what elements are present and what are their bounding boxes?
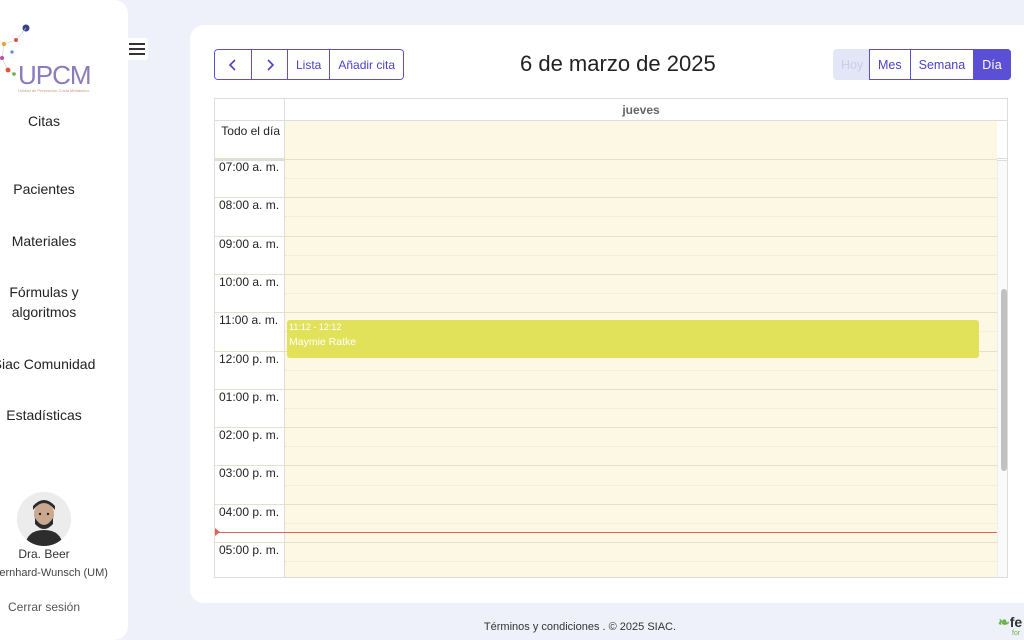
half-hour-line — [285, 446, 997, 448]
leaf-icon: ❧ — [998, 614, 1010, 630]
half-hour-line — [285, 407, 997, 409]
header-gutter — [215, 99, 285, 121]
scrollbar-thumb[interactable] — [1001, 289, 1007, 471]
sidebar-item-formulas[interactable]: Fórmulas y algoritmos — [0, 282, 90, 322]
logo-subtitle: Unidad de Prevención Cuida Metabólico — [18, 88, 90, 93]
hour-line — [215, 542, 997, 543]
all-day-label: Todo el día — [215, 121, 285, 161]
logout-link[interactable]: Cerrar sesión — [0, 600, 88, 614]
time-slot-label: 02:00 p. m. — [219, 428, 280, 443]
corner-logo-text: fe — [1009, 614, 1023, 630]
calendar-toolbar-left: Lista Añadir cita — [214, 49, 405, 80]
chevron-right-icon — [266, 58, 274, 71]
list-view-button[interactable]: Lista — [287, 50, 330, 79]
month-view-button[interactable]: Mes — [869, 49, 911, 80]
scrollbar[interactable] — [997, 161, 1007, 577]
half-hour-line — [285, 293, 997, 295]
footer-text[interactable]: Términos y condiciones . © 2025 SIAC. — [0, 621, 1024, 633]
hour-line — [215, 427, 997, 429]
now-indicator-line — [215, 532, 997, 534]
day-grid: jueves Todo el día 07:00 a. m. 08:00 a. m… — [214, 98, 1008, 578]
all-day-cell[interactable] — [285, 121, 997, 161]
hour-line — [215, 388, 997, 390]
time-slot-label: 12:00 p. m. — [219, 351, 280, 366]
half-hour-line — [285, 369, 997, 371]
time-slot-label: 01:00 p. m. — [219, 389, 280, 404]
calendar-title: 6 de marzo de 2025 — [520, 51, 716, 76]
time-slot-label: 10:00 a. m. — [219, 274, 280, 289]
view-switcher: Hoy Mes Semana Día — [833, 49, 1011, 80]
time-grid: 07:00 a. m. 08:00 a. m. 09:00 a. m. 10:00 a… — [215, 159, 1007, 577]
half-hour-line — [285, 254, 997, 256]
corner-logo[interactable]: ❧fe for — [998, 614, 1023, 637]
sidebar-item-pacientes[interactable]: Pacientes — [0, 179, 88, 199]
time-slot-label: 11:00 a. m. — [219, 313, 279, 328]
chevron-left-icon — [228, 58, 236, 71]
event-title: Maymie Ratke — [289, 335, 357, 348]
hour-line — [215, 465, 997, 467]
half-hour-line — [285, 216, 997, 218]
hour-line — [215, 197, 997, 199]
logo-text: UPCM — [18, 60, 92, 90]
half-hour-line — [285, 484, 997, 486]
hour-line — [215, 159, 997, 160]
all-day-row: Todo el día — [215, 121, 1007, 161]
half-hour-line — [285, 561, 997, 563]
event-time: 11:12 - 12:12 — [289, 321, 342, 332]
time-slot-label: 07:00 a. m. — [219, 160, 280, 174]
column-header: jueves — [215, 99, 1007, 121]
time-slot-label: 03:00 p. m. — [219, 466, 280, 481]
hour-line — [215, 235, 997, 237]
half-hour-line — [285, 178, 997, 180]
sidebar-item-comunidad[interactable]: Siac Comunidad — [0, 354, 98, 374]
sidebar-item-citas[interactable]: Citas — [0, 111, 88, 131]
half-hour-line — [285, 522, 997, 524]
user-avatar-icon — [17, 492, 71, 546]
hamburger-menu-button[interactable] — [126, 38, 148, 60]
hamburger-icon — [129, 43, 145, 45]
next-button[interactable] — [251, 50, 287, 79]
time-slot-label: 05:00 p. m. — [219, 543, 280, 557]
sidebar: UPCM Unidad de Prevención Cuida Metabóli… — [0, 0, 128, 640]
hour-line — [215, 273, 997, 275]
user-name: Dra. Beer — [18, 547, 70, 561]
avatar[interactable] — [17, 492, 71, 546]
hour-line — [215, 312, 997, 314]
add-appointment-button[interactable]: Añadir cita — [329, 50, 404, 79]
user-organization: Bernhard-Wunsch (UM) — [0, 567, 108, 579]
time-slot-label: 08:00 a. m. — [219, 198, 280, 213]
appointment-event[interactable]: 11:12 - 12:12 Maymie Ratke — [287, 319, 979, 359]
calendar-card: Lista Añadir cita 6 de marzo de 2025 Hoy… — [190, 25, 1024, 603]
prev-button[interactable] — [215, 50, 251, 79]
sidebar-item-materiales[interactable]: Materiales — [0, 231, 88, 251]
today-button[interactable]: Hoy — [833, 49, 870, 80]
day-header: jueves — [622, 103, 660, 117]
hamburger-icon-bar — [129, 48, 145, 50]
week-view-button[interactable]: Semana — [909, 49, 975, 80]
time-gutter: 07:00 a. m. 08:00 a. m. 09:00 a. m. 10:00 a… — [215, 160, 285, 577]
corner-logo-small: for — [1012, 630, 1021, 637]
hour-line — [215, 503, 997, 505]
now-indicator-arrow-icon — [215, 528, 220, 537]
time-slot-label: 04:00 p. m. — [219, 504, 280, 519]
upcm-logo[interactable]: UPCM Unidad de Prevención Cuida Metabóli… — [0, 22, 100, 93]
day-view-button[interactable]: Día — [973, 49, 1011, 80]
hamburger-icon-bar — [129, 53, 145, 55]
time-slot-label: 09:00 a. m. — [219, 236, 280, 251]
sidebar-item-estadisticas[interactable]: Estadísticas — [0, 405, 88, 425]
